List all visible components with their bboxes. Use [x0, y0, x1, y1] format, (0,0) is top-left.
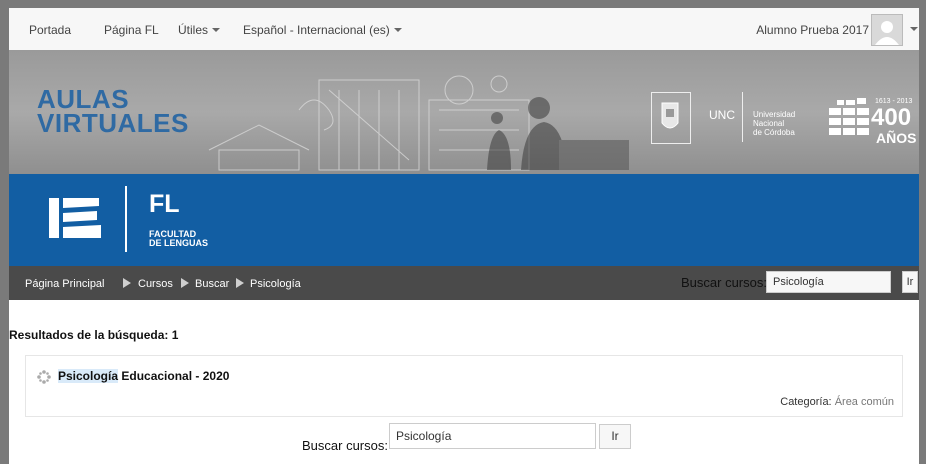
unc-university-name: Universidad Nacional de Córdoba — [753, 110, 795, 137]
chevron-down-icon — [393, 28, 402, 32]
breadcrumb-search-input[interactable] — [766, 271, 891, 293]
unc-abbr: UNC — [709, 108, 735, 122]
faculty-name-line2: DE LENGUAS — [149, 238, 209, 248]
course-title-highlight: Psicología — [58, 369, 119, 383]
breadcrumb: Página Principal Cursos Buscar Psicologí… — [9, 266, 919, 300]
banner-title-line2: VIRTUALES — [37, 108, 189, 138]
chevron-down-icon — [212, 28, 221, 32]
faculty-header — [9, 174, 919, 266]
unc-line2: Nacional — [753, 119, 785, 128]
top-navbar: Portada Página FL Útiles Español - Inter… — [9, 8, 919, 51]
course-category: Categoría: Área común — [780, 396, 894, 408]
avatar[interactable] — [871, 14, 903, 46]
divider — [742, 92, 743, 142]
nav-utiles-label: Útiles — [178, 23, 209, 37]
course-icon — [37, 370, 51, 384]
nav-portada-label: Portada — [29, 23, 72, 37]
unc-line1: Universidad — [753, 110, 796, 119]
category-label: Categoría: — [780, 396, 832, 408]
nav-utiles-menu[interactable]: Útiles — [178, 23, 221, 37]
shield-icon — [661, 102, 679, 129]
user-menu-chevron-icon[interactable] — [910, 27, 918, 31]
course-title-link[interactable]: Psicología Educacional - 2020 — [58, 369, 229, 383]
breadcrumb-current: Psicología — [250, 278, 301, 290]
nav-pagina-fl[interactable]: Página FL — [104, 23, 159, 37]
nav-language-label: Español - Internacional (es) — [243, 23, 390, 37]
nav-portada[interactable]: Portada — [29, 23, 71, 37]
breadcrumb-search-button[interactable]: Ir — [902, 271, 918, 293]
breadcrumb-separator-icon — [123, 278, 131, 288]
aulas-virtuales-logo[interactable]: AULAS VIRTUALES — [37, 86, 189, 138]
site-banner: AULAS VIRTUALES UNC Universidad Nacional… — [9, 50, 919, 174]
breadcrumb-buscar[interactable]: Buscar — [195, 278, 229, 290]
breadcrumb-home[interactable]: Página Principal — [25, 278, 105, 290]
user-avatar-icon — [872, 15, 902, 45]
breadcrumb-separator-icon — [181, 278, 189, 288]
user-name[interactable]: Alumno Prueba 2017 — [756, 23, 869, 37]
course-result-card: Psicología Educacional - 2020 Categoría:… — [25, 355, 903, 417]
unc-shield-logo — [651, 92, 691, 144]
anniversary-word: AÑOS — [876, 130, 917, 146]
anniversary-number: 400 — [871, 104, 912, 131]
anniversary-grid-icon — [829, 98, 869, 135]
breadcrumb-search-label: Buscar cursos: — [681, 275, 767, 290]
course-search-label: Buscar cursos: — [302, 438, 388, 453]
unc-line3: de Córdoba — [753, 128, 795, 137]
course-search-input[interactable] — [389, 423, 596, 449]
banner-illustration — [208, 75, 629, 171]
nav-language-menu[interactable]: Español - Internacional (es) — [243, 23, 402, 37]
results-heading: Resultados de la búsqueda: 1 — [9, 328, 179, 342]
page: Portada Página FL Útiles Español - Inter… — [9, 8, 919, 464]
course-title-rest: Educacional - 2020 — [118, 369, 230, 383]
category-link[interactable]: Área común — [835, 396, 894, 408]
breadcrumb-cursos[interactable]: Cursos — [138, 278, 173, 290]
course-search-button[interactable]: Ir — [599, 424, 631, 449]
faculty-abbr: FL — [149, 190, 180, 218]
faculty-name: FACULTAD DE LENGUAS — [149, 230, 208, 248]
breadcrumb-separator-icon — [236, 278, 244, 288]
nav-pagina-fl-label: Página FL — [104, 23, 159, 37]
divider — [125, 186, 127, 252]
fl-logo-icon[interactable] — [49, 198, 105, 238]
